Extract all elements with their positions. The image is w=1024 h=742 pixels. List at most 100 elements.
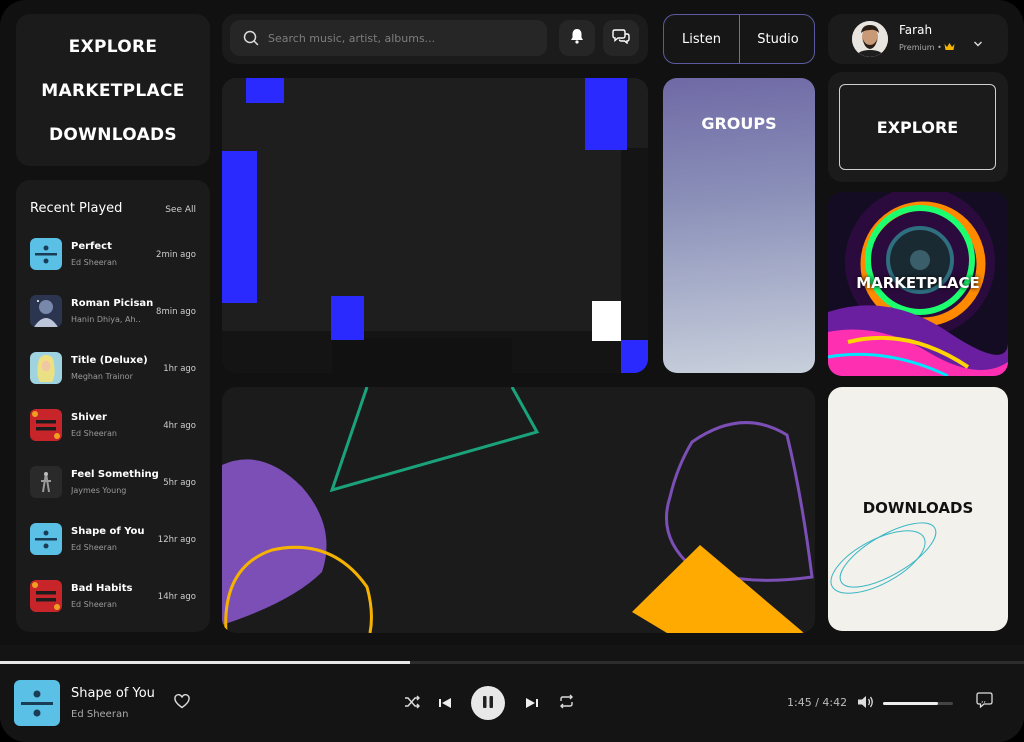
playback-time: 1:45 / 4:42 xyxy=(787,696,848,709)
marketplace-card[interactable]: MARKETPLACE xyxy=(828,192,1008,376)
track-played-time: 2min ago xyxy=(156,250,196,260)
track-artwork xyxy=(30,466,62,498)
notifications-button[interactable] xyxy=(559,20,595,56)
next-button[interactable] xyxy=(521,693,541,713)
track-artist: Jaymes Young xyxy=(71,486,127,495)
track-artwork xyxy=(30,580,62,612)
downloads-label: DOWNLOADS xyxy=(862,499,974,517)
repeat-button[interactable] xyxy=(555,693,577,713)
track-artist: Ed Sheeran xyxy=(71,600,117,609)
see-all-link[interactable]: See All xyxy=(165,205,196,215)
track-title: Shiver xyxy=(71,412,107,423)
track-artist: Hanin Dhiya, Ah.. xyxy=(71,315,141,324)
recent-track-row[interactable]: Shiver Ed Sheeran 4hr ago xyxy=(30,409,196,443)
track-title: Perfect xyxy=(71,241,112,252)
chat-icon xyxy=(612,28,630,48)
play-pause-button[interactable] xyxy=(471,686,505,720)
skip-forward-icon xyxy=(523,694,539,713)
now-playing-artwork xyxy=(14,680,60,726)
downloads-card[interactable]: DOWNLOADS xyxy=(828,387,1008,631)
track-played-time: 12hr ago xyxy=(157,535,196,545)
track-title: Title (Deluxe) xyxy=(71,355,148,366)
groups-label: GROUPS xyxy=(701,114,777,133)
volume-slider-fill xyxy=(883,702,938,705)
profile-menu[interactable]: Farah Premium • xyxy=(828,14,1008,64)
search-icon xyxy=(243,30,259,50)
repeat-icon xyxy=(558,694,575,713)
recent-track-row[interactable]: Bad Habits Ed Sheeran 14hr ago xyxy=(30,580,196,614)
track-played-time: 14hr ago xyxy=(157,592,196,602)
avatar xyxy=(852,21,888,57)
track-artwork xyxy=(30,523,62,555)
heart-icon xyxy=(174,693,190,713)
featured-banner[interactable] xyxy=(222,387,815,633)
track-artwork xyxy=(30,295,62,327)
shuffle-icon xyxy=(404,694,421,713)
now-playing-title: Shape of You xyxy=(71,686,155,701)
app-window: EXPLORE MARKETPLACE DOWNLOADS Recent Pla… xyxy=(0,0,1024,742)
chevron-down-icon xyxy=(973,33,983,52)
recent-track-row[interactable]: Title (Deluxe) Meghan Trainor 1hr ago xyxy=(30,352,196,386)
lyrics-button[interactable]: ,, xyxy=(974,692,994,712)
search-box[interactable] xyxy=(230,20,547,56)
recent-track-row[interactable]: Shape of You Ed Sheeran 12hr ago xyxy=(30,523,196,557)
now-playing-artist: Ed Sheeran xyxy=(71,709,129,720)
messages-button[interactable] xyxy=(603,20,639,56)
track-artwork xyxy=(30,409,62,441)
profile-tier-label: Premium xyxy=(899,43,935,52)
like-button[interactable] xyxy=(172,693,192,713)
track-played-time: 5hr ago xyxy=(163,478,196,488)
track-played-time: 4hr ago xyxy=(163,421,196,431)
volume-button[interactable] xyxy=(856,693,876,713)
track-artist: Ed Sheeran xyxy=(71,429,117,438)
track-artist: Ed Sheeran xyxy=(71,543,117,552)
hero-banner[interactable] xyxy=(222,78,648,373)
track-artwork xyxy=(30,352,62,384)
main-nav: EXPLORE MARKETPLACE DOWNLOADS xyxy=(16,14,210,166)
groups-card[interactable]: GROUPS xyxy=(663,78,815,373)
recent-played-title: Recent Played xyxy=(30,201,123,216)
listen-tab[interactable]: Listen xyxy=(664,15,740,63)
volume-slider[interactable] xyxy=(883,702,953,705)
track-played-time: 1hr ago xyxy=(163,364,196,374)
marketplace-label: MARKETPLACE xyxy=(856,274,980,292)
recent-track-row[interactable]: Roman Picisan Hanin Dhiya, Ah.. 8min ago xyxy=(30,295,196,329)
hero-artwork xyxy=(222,78,648,373)
volume-icon xyxy=(857,694,875,713)
bell-icon xyxy=(570,28,584,48)
profile-tier: Premium • xyxy=(899,42,955,53)
seek-bar-fill xyxy=(0,661,410,664)
nav-item-explore[interactable]: EXPLORE xyxy=(16,37,210,57)
mode-toggle: Listen Studio xyxy=(663,14,815,64)
search-bar xyxy=(222,14,648,64)
profile-name: Farah xyxy=(899,23,933,37)
recent-track-row[interactable]: Feel Something Jaymes Young 5hr ago xyxy=(30,466,196,500)
track-artwork xyxy=(30,238,62,270)
crown-icon xyxy=(944,42,955,53)
recent-played-panel: Recent Played See All Perfect Ed Sheeran 2… xyxy=(16,180,210,632)
dot-separator: • xyxy=(937,43,945,52)
studio-tab[interactable]: Studio xyxy=(740,15,814,63)
track-title: Feel Something xyxy=(71,469,159,480)
track-title: Bad Habits xyxy=(71,583,133,594)
shuffle-button[interactable] xyxy=(401,693,423,713)
seek-bar[interactable] xyxy=(0,661,1024,664)
explore-button[interactable]: EXPLORE xyxy=(839,84,996,170)
track-title: Shape of You xyxy=(71,526,145,537)
explore-card: EXPLORE xyxy=(828,72,1008,182)
player-bar: Shape of You Ed Sheeran 1:45 / 4:42 ,, xyxy=(0,645,1024,742)
quote-bubble-icon: ,, xyxy=(975,692,993,712)
svg-text:,,: ,, xyxy=(981,695,986,704)
nav-item-marketplace[interactable]: MARKETPLACE xyxy=(16,81,210,101)
track-artist: Ed Sheeran xyxy=(71,258,117,267)
track-artist: Meghan Trainor xyxy=(71,372,133,381)
recent-track-row[interactable]: Perfect Ed Sheeran 2min ago xyxy=(30,238,196,272)
nav-item-downloads[interactable]: DOWNLOADS xyxy=(16,125,210,145)
previous-button[interactable] xyxy=(436,693,456,713)
pause-icon xyxy=(482,694,494,713)
skip-back-icon xyxy=(438,694,454,713)
search-input[interactable] xyxy=(268,29,528,47)
track-title: Roman Picisan xyxy=(71,298,154,309)
track-played-time: 8min ago xyxy=(156,307,196,317)
shapes-artwork xyxy=(222,387,814,633)
